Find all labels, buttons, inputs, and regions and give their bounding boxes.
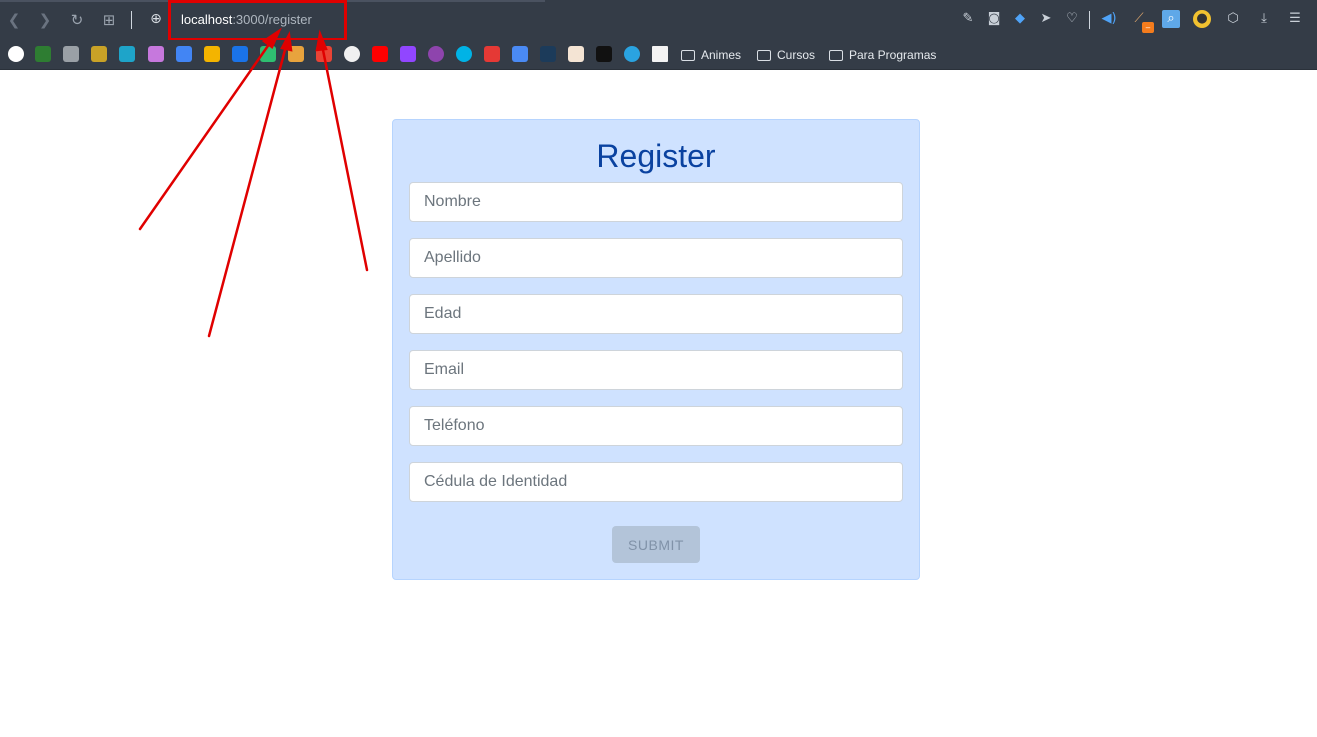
nombre-input[interactable] bbox=[409, 182, 903, 222]
reload-icon[interactable]: ↻ bbox=[67, 10, 87, 30]
back-icon[interactable]: ❮ bbox=[4, 10, 24, 30]
bookmark-icon[interactable] bbox=[35, 46, 51, 62]
bookmark-icon[interactable] bbox=[260, 46, 276, 62]
calendar-bookmark-icon[interactable] bbox=[176, 46, 192, 62]
search-extension-icon[interactable]: ⌕ bbox=[1162, 10, 1180, 28]
register-title: Register bbox=[596, 138, 716, 174]
bookmark-icon[interactable] bbox=[484, 46, 500, 62]
telefono-input[interactable] bbox=[409, 406, 903, 446]
send-icon[interactable]: ➤ bbox=[1037, 10, 1055, 28]
bookmark-icon[interactable] bbox=[232, 46, 248, 62]
bookmark-icon[interactable] bbox=[148, 46, 164, 62]
browser-toolbar: ❮ ❯ ↻ ⊞ ⊕ localhost:3000/register ✎ ◙ ◆ … bbox=[0, 0, 1317, 41]
cube-icon[interactable]: ⬡ bbox=[1224, 10, 1242, 28]
shield-icon[interactable]: ◆ bbox=[1011, 10, 1029, 28]
forward-icon[interactable]: ❯ bbox=[35, 10, 55, 30]
translate-bookmark-icon[interactable] bbox=[512, 46, 528, 62]
apellido-input[interactable] bbox=[409, 238, 903, 278]
submit-button[interactable]: SUBMIT bbox=[612, 526, 700, 563]
bookmark-icon[interactable] bbox=[596, 46, 612, 62]
bookmark-icon[interactable] bbox=[288, 46, 304, 62]
google-bookmark-icon[interactable] bbox=[8, 46, 24, 62]
volume-icon[interactable]: ◀) bbox=[1100, 10, 1118, 28]
annotation-arrow bbox=[207, 44, 288, 338]
bookmark-icon[interactable] bbox=[540, 46, 556, 62]
download-icon[interactable]: ⤓ bbox=[1255, 10, 1273, 28]
bookmark-folder-para-programas[interactable]: Para Programas bbox=[829, 46, 936, 64]
annotation-highlight-box bbox=[168, 0, 347, 41]
email-input[interactable] bbox=[409, 350, 903, 390]
bookmark-folder-cursos[interactable]: Cursos bbox=[757, 46, 815, 64]
annotation-arrow bbox=[320, 43, 369, 272]
edad-input[interactable] bbox=[409, 294, 903, 334]
heart-icon[interactable]: ♡ bbox=[1063, 10, 1081, 28]
gmail-bookmark-icon[interactable] bbox=[316, 46, 332, 62]
toolbar-divider bbox=[131, 11, 132, 29]
bookmark-icon[interactable] bbox=[119, 46, 135, 62]
bookmark-icon[interactable] bbox=[91, 46, 107, 62]
menu-icon[interactable]: ☰ bbox=[1286, 10, 1304, 28]
folder-icon bbox=[757, 49, 771, 61]
github-bookmark-icon[interactable] bbox=[344, 46, 360, 62]
bookmark-icon[interactable] bbox=[63, 46, 79, 62]
telegram-bookmark-icon[interactable] bbox=[624, 46, 640, 62]
extension-badge: – bbox=[1142, 22, 1154, 33]
toolbar-divider bbox=[1089, 11, 1090, 29]
drive-bookmark-icon[interactable] bbox=[204, 46, 220, 62]
register-card: Register SUBMIT bbox=[392, 119, 920, 580]
cedula-input[interactable] bbox=[409, 462, 903, 502]
folder-icon bbox=[829, 49, 843, 61]
camera-icon[interactable]: ◙ bbox=[985, 10, 1003, 28]
bookmark-icon[interactable] bbox=[456, 46, 472, 62]
bookmark-folder-label: Animes bbox=[701, 48, 742, 62]
twitch-bookmark-icon[interactable] bbox=[400, 46, 416, 62]
page-bookmark-icon[interactable] bbox=[652, 46, 668, 62]
bookmark-folder-animes[interactable]: Animes bbox=[681, 46, 741, 64]
folder-icon bbox=[681, 49, 695, 61]
tab-grid-icon[interactable]: ⊞ bbox=[99, 10, 119, 30]
bookmarks-bar: Animes Cursos Para Programas bbox=[0, 40, 1317, 70]
bookmark-icon[interactable] bbox=[568, 46, 584, 62]
bookmark-folder-label: Cursos bbox=[777, 48, 816, 62]
avatar-icon[interactable]: ● bbox=[1193, 10, 1211, 28]
globe-icon[interactable]: ⊕ bbox=[147, 10, 165, 28]
youtube-bookmark-icon[interactable] bbox=[372, 46, 388, 62]
bookmark-folder-label: Para Programas bbox=[849, 48, 937, 62]
bookmark-icon[interactable] bbox=[428, 46, 444, 62]
edit-icon[interactable]: ✎ bbox=[959, 10, 977, 28]
